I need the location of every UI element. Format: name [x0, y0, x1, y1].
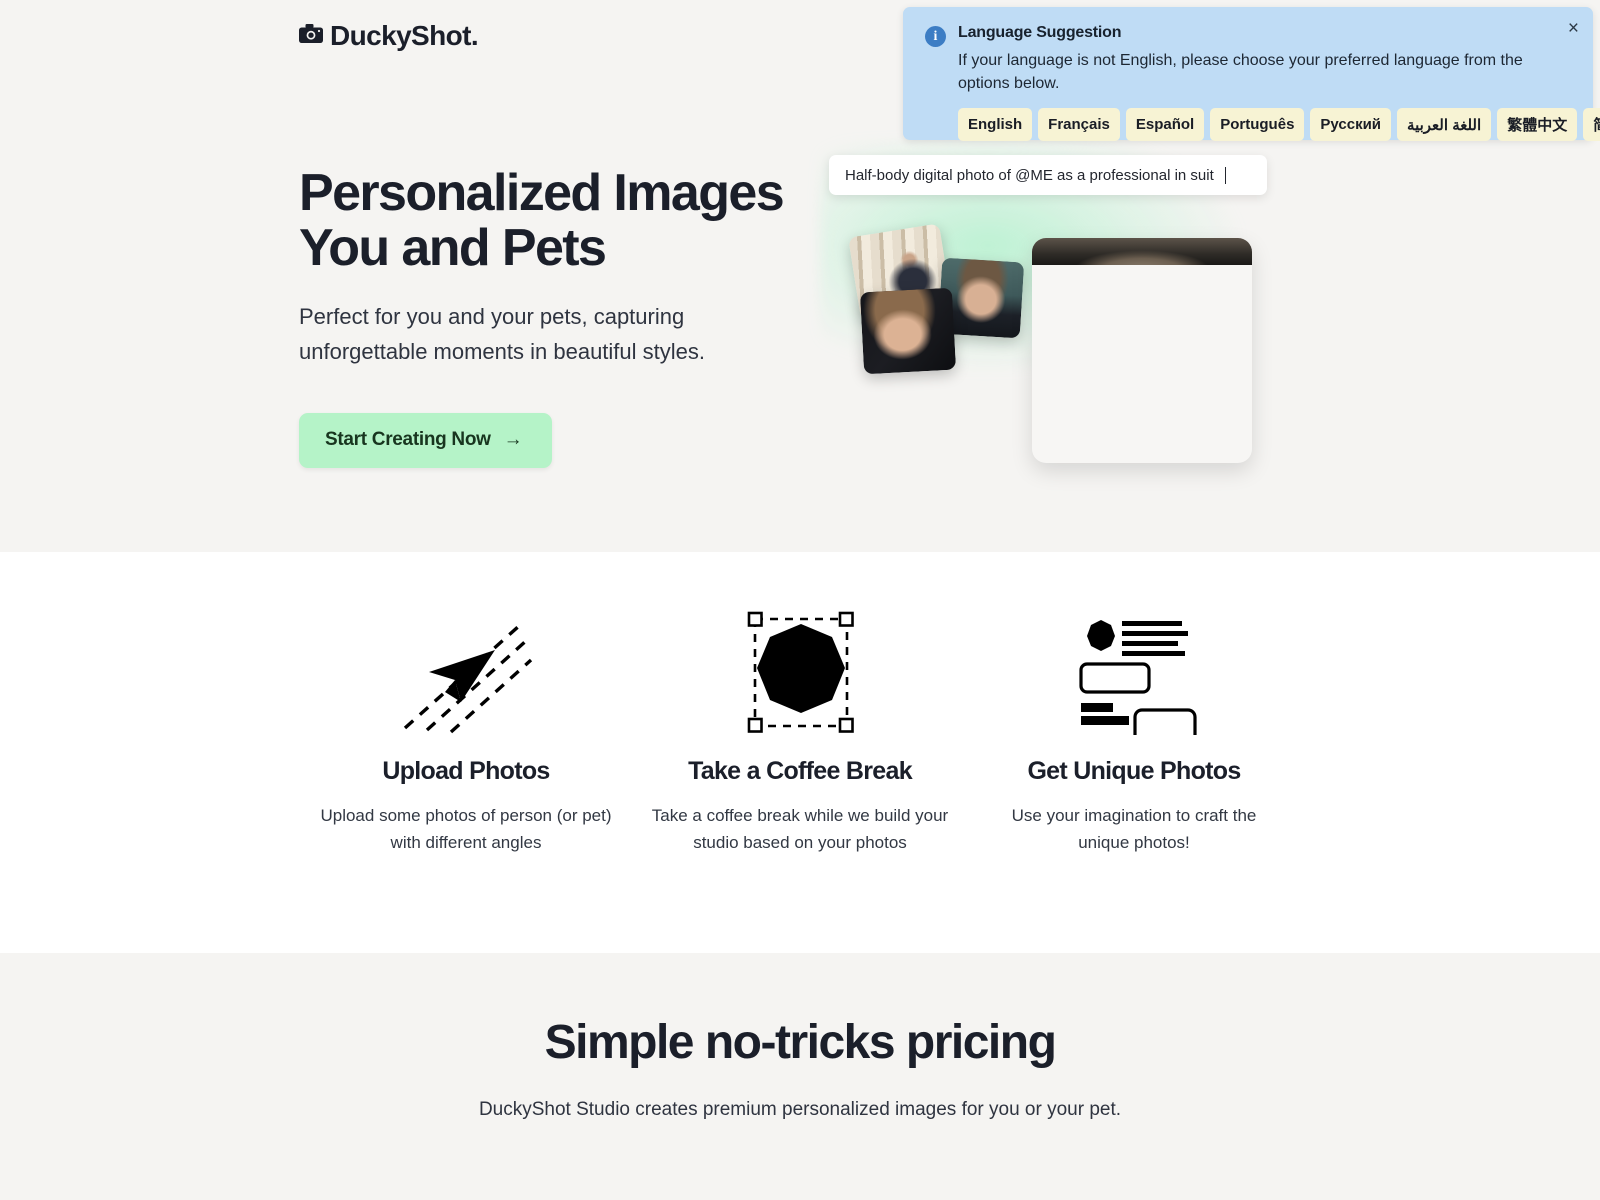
- feature-title: Take a Coffee Break: [688, 757, 913, 785]
- feature-description: Take a coffee break while we build your …: [651, 806, 949, 852]
- pricing-subtitle: DuckyShot Studio creates premium persona…: [478, 1099, 1122, 1120]
- hero-title-line-2: You and Pets: [299, 219, 607, 278]
- cta-label: Start Creating Now: [325, 428, 491, 450]
- start-creating-button[interactable]: Start Creating Now →: [299, 412, 553, 468]
- language-option-english[interactable]: English: [958, 108, 1033, 142]
- camera-icon: [299, 24, 323, 48]
- text-caret: [1224, 166, 1227, 184]
- language-option-francais[interactable]: Français: [1038, 108, 1120, 142]
- landing-page: DuckyShot. Personalized Images You and P…: [0, 0, 1600, 1200]
- language-option-russian[interactable]: Русский: [1310, 108, 1392, 142]
- hero-visual: Half-body digital photo of @ME as a prof…: [800, 130, 1360, 510]
- language-banner-title: Language Suggestion: [958, 24, 1122, 41]
- hero-title-line-1: Personalized Images: [299, 164, 785, 222]
- info-icon: i: [925, 26, 946, 47]
- language-options: English Français Español Português Русск…: [958, 108, 1600, 142]
- feature-description: Upload some photos of person (or pet) wi…: [320, 806, 612, 852]
- prompt-input[interactable]: Half-body digital photo of @ME as a prof…: [829, 155, 1267, 195]
- language-banner-text: Language Suggestion If your language is …: [958, 24, 1571, 95]
- language-suggestion-banner: × i Language Suggestion If your language…: [903, 7, 1600, 142]
- language-banner-header: i Language Suggestion If your language i…: [925, 24, 1571, 95]
- pricing-section: Simple no-tricks pricing DuckyShot Studi…: [0, 953, 1600, 1200]
- feature-title: Upload Photos: [382, 757, 550, 785]
- language-option-traditional-chinese[interactable]: 繁體中文: [1497, 108, 1578, 142]
- brand-name: DuckyShot.: [330, 20, 479, 51]
- language-banner-description: If your language is not English, please …: [958, 52, 1523, 93]
- pricing-title: Simple no-tricks pricing: [544, 1016, 1057, 1069]
- language-option-arabic[interactable]: اللغة العربية: [1397, 108, 1492, 142]
- feature-unique-photos: Get Unique Photos Use your imagination t…: [967, 602, 1301, 856]
- selection-octagon-icon: [647, 602, 953, 742]
- language-option-espanol[interactable]: Español: [1125, 108, 1205, 142]
- feature-description: Use your imagination to craft the unique…: [1011, 806, 1257, 852]
- brand-logo[interactable]: DuckyShot.: [299, 20, 479, 52]
- hero-copy: Personalized Images You and Pets Perfect…: [299, 164, 819, 468]
- page-title: Personalized Images You and Pets: [299, 164, 819, 278]
- close-icon[interactable]: ×: [1568, 19, 1579, 38]
- feature-coffee-break: Take a Coffee Break Take a coffee break …: [633, 602, 967, 856]
- language-option-simplified-chinese[interactable]: 简体中文: [1583, 108, 1600, 142]
- prompt-input-value: Half-body digital photo of @ME as a prof…: [845, 166, 1214, 184]
- hero-subtitle: Perfect for you and your pets, capturing…: [299, 304, 706, 364]
- upload-paper-plane-icon: [313, 602, 619, 742]
- generated-image-card: [1032, 238, 1252, 463]
- feature-upload-photos: Upload Photos Upload some photos of pers…: [299, 602, 633, 856]
- sample-photo-card: [859, 287, 957, 375]
- arrow-right-icon: →: [503, 429, 523, 451]
- feature-title: Get Unique Photos: [1027, 757, 1241, 785]
- layout-blocks-icon: [981, 602, 1287, 742]
- features-grid: Upload Photos Upload some photos of pers…: [299, 602, 1301, 856]
- language-option-portugues[interactable]: Português: [1210, 108, 1305, 142]
- features-section: Upload Photos Upload some photos of pers…: [0, 552, 1600, 953]
- generated-image-preview: [1032, 238, 1252, 265]
